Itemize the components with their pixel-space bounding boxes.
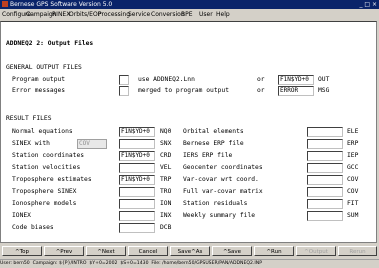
- bernese-erp-ext: ERP: [347, 140, 359, 147]
- error-ext: MSG: [318, 87, 330, 94]
- input-panel: ADDNEQ2 2: Output Files GENERAL OUTPUT F…: [0, 21, 377, 243]
- save-as-button[interactable]: Save^As: [170, 246, 210, 256]
- bernese-erp-label: Bernese ERP file: [183, 140, 244, 147]
- next-button[interactable]: ^Next: [86, 246, 126, 256]
- menu-processing[interactable]: Processing: [98, 9, 130, 21]
- use-addneq2-label: use ADDNEQ2.Lnn: [138, 76, 195, 83]
- code-biases-ext: DCB: [160, 224, 172, 231]
- ionex-label: IONEX: [12, 212, 31, 219]
- iers-erp-label: IERS ERP file: [183, 152, 233, 159]
- var-covar-coord-label: Var-covar wrt coord.: [183, 176, 259, 183]
- sinex-ext: SNX: [160, 140, 172, 147]
- weekly-summary-ext: SUM: [347, 212, 359, 219]
- error-messages-label: Error messages: [12, 87, 66, 94]
- troposphere-sinex-label: Troposphere SINEX: [12, 188, 77, 195]
- station-velocities-ext: VEL: [160, 164, 172, 171]
- bernese-erp-field[interactable]: [307, 139, 343, 149]
- sinex-cov-select[interactable]: COV: [77, 139, 107, 149]
- station-velocities-label: Station velocities: [12, 164, 81, 171]
- merged-label: merged to program output: [138, 87, 229, 94]
- window-controls[interactable]: _ □ ×: [359, 1, 377, 8]
- ionosphere-models-field[interactable]: [119, 199, 155, 209]
- weekly-summary-label: Weekly summary file: [183, 212, 256, 219]
- menu-orbits-eop[interactable]: Orbits/EOP: [69, 9, 101, 21]
- ionosphere-models-ext: ION: [160, 200, 172, 207]
- station-velocities-field[interactable]: [119, 163, 155, 173]
- or-label: or: [257, 87, 265, 94]
- program-output-field[interactable]: F1N$YD+0: [278, 75, 314, 85]
- orbital-elements-ext: ELE: [347, 128, 359, 135]
- sinex-field[interactable]: [119, 139, 155, 149]
- title-bar: Bernese GPS Software Version 5.0 _ □ ×: [0, 0, 379, 9]
- troposphere-estimates-label: Troposphere estimates: [12, 176, 92, 183]
- program-output-ext: OUT: [318, 76, 330, 83]
- normal-equations-label: Normal equations: [12, 128, 73, 135]
- app-icon: [2, 1, 8, 7]
- save-button[interactable]: ^Save: [212, 246, 252, 256]
- station-coordinates-ext: CRD: [160, 152, 172, 159]
- program-output-label: Program output: [12, 76, 66, 83]
- result-section-title: RESULT FILES: [6, 115, 52, 122]
- station-residuals-field[interactable]: [307, 199, 343, 209]
- code-biases-label: Code biases: [12, 224, 54, 231]
- menu-conversion[interactable]: Conversion: [151, 9, 185, 21]
- ionosphere-models-label: Ionosphere models: [12, 200, 77, 207]
- general-section-title: GENERAL OUTPUT FILES: [6, 64, 82, 71]
- troposphere-sinex-field[interactable]: [119, 187, 155, 197]
- normal-equations-field[interactable]: F1N$YD+0: [119, 127, 155, 137]
- iers-erp-field[interactable]: [307, 151, 343, 161]
- geocenter-field[interactable]: [307, 163, 343, 173]
- var-covar-coord-ext: COV: [347, 176, 359, 183]
- output-button[interactable]: ^Output: [296, 246, 336, 256]
- full-var-covar-ext: COV: [347, 188, 359, 195]
- orbital-elements-field[interactable]: [307, 127, 343, 137]
- full-var-covar-field[interactable]: [307, 187, 343, 197]
- prev-button[interactable]: ^Prev: [44, 246, 84, 256]
- status-bar: User: bern50 Campaign: ${P}/INTRO $Y+0=2…: [0, 259, 379, 267]
- button-bar: ^Top ^Prev ^Next Cancel Save^As ^Save ^R…: [0, 243, 379, 259]
- geocenter-ext: GCC: [347, 164, 359, 171]
- geocenter-label: Geocenter coordinates: [183, 164, 263, 171]
- rerun-button[interactable]: Rerun: [338, 246, 377, 256]
- ionex-ext: INX: [160, 212, 172, 219]
- menu-help[interactable]: Help: [216, 9, 230, 21]
- ionex-field[interactable]: [119, 211, 155, 221]
- panel-heading: ADDNEQ2 2: Output Files: [6, 40, 94, 47]
- cancel-button[interactable]: Cancel: [128, 246, 168, 256]
- weekly-summary-field[interactable]: [307, 211, 343, 221]
- troposphere-estimates-field[interactable]: F1N$YD+0: [119, 175, 155, 185]
- window-title: Bernese GPS Software Version 5.0: [10, 1, 113, 8]
- sinex-label: SINEX with: [12, 140, 50, 147]
- station-coordinates-label: Station coordinates: [12, 152, 85, 159]
- top-button[interactable]: ^Top: [2, 246, 42, 256]
- use-addneq2-checkbox[interactable]: [119, 75, 129, 85]
- menu-user[interactable]: User: [199, 9, 213, 21]
- iers-erp-ext: IEP: [347, 152, 359, 159]
- menu-bar: Configure Campaign RINEX Orbits/EOP Proc…: [0, 9, 379, 21]
- full-var-covar-label: Full var-covar matrix: [183, 188, 263, 195]
- troposphere-sinex-ext: TRO: [160, 188, 172, 195]
- troposphere-estimates-ext: TRP: [160, 176, 172, 183]
- station-coordinates-field[interactable]: F1N$YD+0: [119, 151, 155, 161]
- or-label: or: [257, 76, 265, 83]
- error-field[interactable]: ERROR: [278, 86, 314, 96]
- menu-bpe[interactable]: BPE: [181, 9, 193, 21]
- code-biases-field[interactable]: [119, 223, 155, 233]
- menu-rinex[interactable]: RINEX: [52, 9, 70, 21]
- station-residuals-label: Station residuals: [183, 200, 248, 207]
- orbital-elements-label: Orbital elements: [183, 128, 244, 135]
- run-button[interactable]: ^Run: [254, 246, 294, 256]
- var-covar-coord-field[interactable]: [307, 175, 343, 185]
- normal-equations-ext: NQ0: [160, 128, 172, 135]
- station-residuals-ext: FIT: [347, 200, 359, 207]
- menu-service[interactable]: Service: [128, 9, 150, 21]
- merged-checkbox[interactable]: [119, 86, 129, 96]
